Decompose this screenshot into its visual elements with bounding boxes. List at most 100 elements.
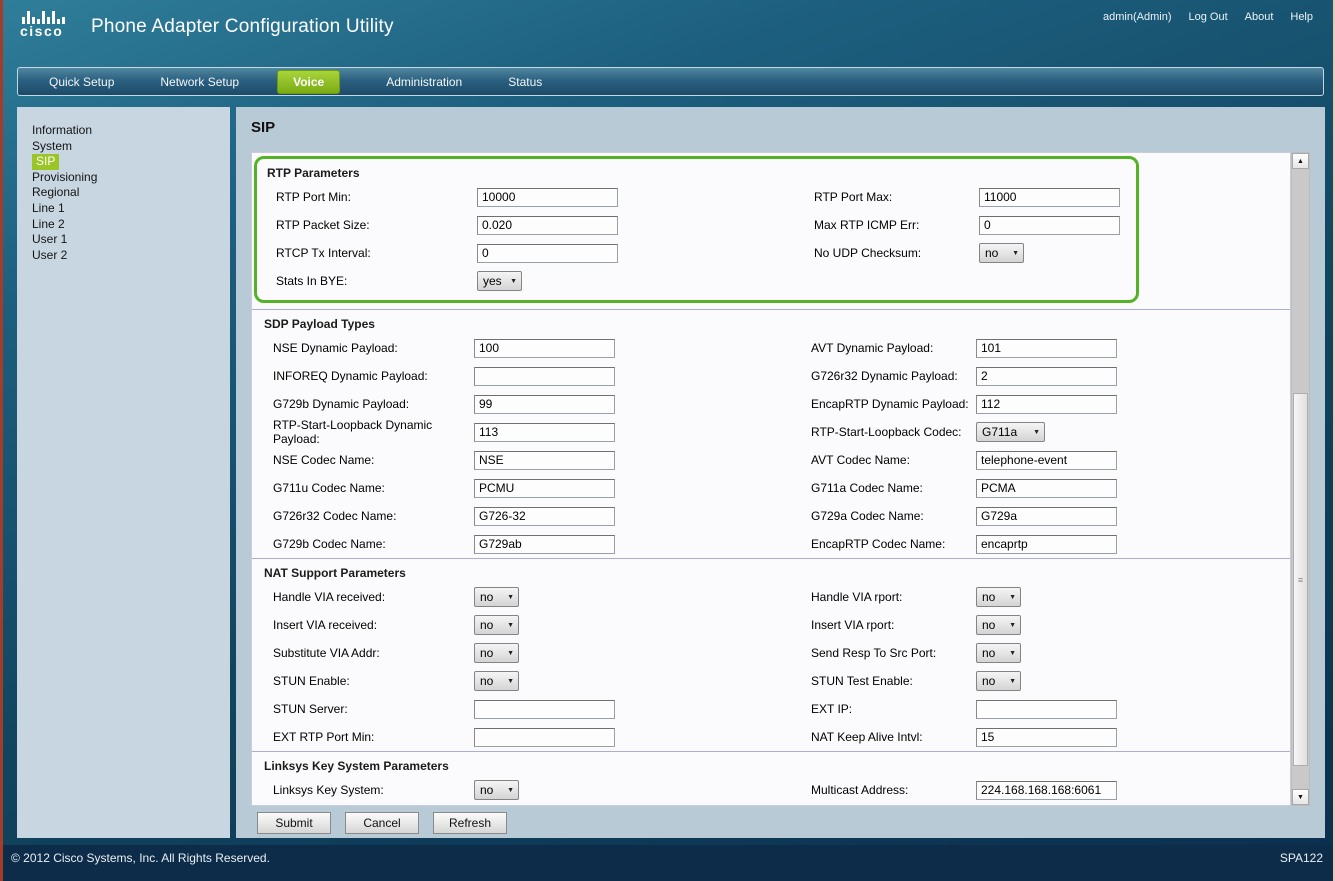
sidebar-item-provisioning[interactable]: Provisioning <box>32 170 230 186</box>
field-label: EncapRTP Codec Name: <box>811 537 976 551</box>
chevron-down-icon: ▼ <box>1012 250 1019 257</box>
g729a-codec-name-input[interactable] <box>976 507 1117 526</box>
app-window: cisco Phone Adapter Configuration Utilit… <box>0 0 1335 881</box>
handle-via-rport-select[interactable]: no▼ <box>976 587 1021 607</box>
linksys-key-system-select[interactable]: no▼ <box>474 780 519 800</box>
sidebar-item-system[interactable]: System <box>32 139 230 155</box>
avt-dynamic-payload-input[interactable] <box>976 339 1117 358</box>
rtp-start-loopback-dynamic-payload-input[interactable] <box>474 423 615 442</box>
no-udp-checksum-select[interactable]: no ▼ <box>979 243 1024 263</box>
field-label: EncapRTP Dynamic Payload: <box>811 397 976 411</box>
settings-row: RTP Packet Size:Max RTP ICMP Err: <box>257 211 1136 239</box>
scrollbar-thumb[interactable]: ≡ <box>1293 393 1308 766</box>
g711a-codec-name-input[interactable] <box>976 479 1117 498</box>
rtcp-tx-interval-input[interactable] <box>477 244 618 263</box>
substitute-via-addr-select[interactable]: no▼ <box>474 643 519 663</box>
sidebar-item-user-2[interactable]: User 2 <box>32 248 230 264</box>
send-resp-to-src-port-select[interactable]: no▼ <box>976 643 1021 663</box>
field-label: RTP Packet Size: <box>276 218 477 232</box>
settings-row: G729b Dynamic Payload:EncapRTP Dynamic P… <box>252 390 1290 418</box>
chevron-down-icon: ▼ <box>507 787 514 794</box>
handle-via-received-select[interactable]: no▼ <box>474 587 519 607</box>
avt-codec-name-input[interactable] <box>976 451 1117 470</box>
field-label: Insert VIA received: <box>273 618 474 632</box>
settings-row: G729b Codec Name:EncapRTP Codec Name: <box>252 530 1290 558</box>
encaprtp-codec-name-input[interactable] <box>976 535 1117 554</box>
g729b-codec-name-input[interactable] <box>474 535 615 554</box>
max-rtp-icmp-err-input[interactable] <box>979 216 1120 235</box>
active-item-highlight: SIP <box>32 154 59 170</box>
stun-test-enable-select[interactable]: no▼ <box>976 671 1021 691</box>
g726r32-dynamic-payload-input[interactable] <box>976 367 1117 386</box>
about-link[interactable]: About <box>1245 11 1274 23</box>
nse-codec-name-input[interactable] <box>474 451 615 470</box>
cisco-bars-icon <box>20 9 80 24</box>
submit-button[interactable]: Submit <box>257 812 331 834</box>
sidebar-item-line-2[interactable]: Line 2 <box>32 217 230 233</box>
select-value: no <box>985 246 998 260</box>
g711u-codec-name-input[interactable] <box>474 479 615 498</box>
field-label: AVT Codec Name: <box>811 453 976 467</box>
nat-keep-alive-intvl-input[interactable] <box>976 728 1117 747</box>
insert-via-rport-select[interactable]: no ▼ <box>976 615 1021 635</box>
multicast-address-input[interactable] <box>976 781 1117 800</box>
g726r32-codec-name-input[interactable] <box>474 507 615 526</box>
field-label: Stats In BYE: <box>276 274 477 288</box>
scroll-up-icon[interactable]: ▲ <box>1292 153 1309 169</box>
chevron-down-icon: ▼ <box>510 278 517 285</box>
sidebar-item-user-1[interactable]: User 1 <box>32 232 230 248</box>
cisco-logo: cisco <box>20 9 80 38</box>
help-link[interactable]: Help <box>1290 11 1313 23</box>
field-label: G726r32 Codec Name: <box>273 509 474 523</box>
insert-via-received-select[interactable]: no▼ <box>474 615 519 635</box>
field-label: EXT IP: <box>811 702 976 716</box>
section-title: NAT Support Parameters <box>252 559 1290 583</box>
scroll-down-icon[interactable]: ▼ <box>1292 789 1309 805</box>
select-value: no <box>982 618 995 632</box>
sidebar-item-sip[interactable]: SIP <box>32 154 230 170</box>
rtp-start-loopback-codec-select[interactable]: G711a▼ <box>976 422 1045 442</box>
tab-administration[interactable]: Administration <box>386 75 462 89</box>
field-label: Handle VIA received: <box>273 590 474 604</box>
stun-enable-select[interactable]: no▼ <box>474 671 519 691</box>
thumb-grip-icon: ≡ <box>1298 578 1303 582</box>
field-label: NSE Codec Name: <box>273 453 474 467</box>
nse-dynamic-payload-input[interactable] <box>474 339 615 358</box>
ext-rtp-port-min-input[interactable] <box>474 728 615 747</box>
tab-quick-setup[interactable]: Quick Setup <box>49 75 114 89</box>
cancel-button[interactable]: Cancel <box>345 812 419 834</box>
refresh-button[interactable]: Refresh <box>433 812 507 834</box>
select-value: yes <box>483 274 502 288</box>
tab-status[interactable]: Status <box>508 75 542 89</box>
g729b-dynamic-payload-input[interactable] <box>474 395 615 414</box>
select-value: no <box>982 646 995 660</box>
tab-voice[interactable]: Voice <box>277 70 340 94</box>
field-label: G711a Codec Name: <box>811 481 976 495</box>
model-label: SPA122 <box>1280 851 1323 881</box>
field-label: Substitute VIA Addr: <box>273 646 474 660</box>
settings-row: Handle VIA received:no▼Handle VIA rport:… <box>252 583 1290 611</box>
inforeq-dynamic-payload-input[interactable] <box>474 367 615 386</box>
rtp-port-max-input[interactable] <box>979 188 1120 207</box>
sidebar-item-regional[interactable]: Regional <box>32 185 230 201</box>
stats-in-bye-select[interactable]: yes ▼ <box>477 271 522 291</box>
sidebar-item-line-1[interactable]: Line 1 <box>32 201 230 217</box>
tab-network-setup[interactable]: Network Setup <box>160 75 239 89</box>
logout-link[interactable]: Log Out <box>1188 11 1227 23</box>
sidebar-item-information[interactable]: Information <box>32 123 230 139</box>
field-label: AVT Dynamic Payload: <box>811 341 976 355</box>
ext-ip-input[interactable] <box>976 700 1117 719</box>
rtp-port-min-input[interactable] <box>477 188 618 207</box>
settings-row: Stats In BYE: yes ▼ <box>257 267 1136 295</box>
encaprtp-dynamic-payload-input[interactable] <box>976 395 1117 414</box>
settings-row: NSE Dynamic Payload:AVT Dynamic Payload: <box>252 334 1290 362</box>
section-title: RTP Parameters <box>257 159 1136 183</box>
settings-row: Linksys Key System:no▼Multicast Address: <box>252 776 1290 804</box>
stun-server-input[interactable] <box>474 700 615 719</box>
chevron-down-icon: ▼ <box>507 678 514 685</box>
rtp-packet-size-input[interactable] <box>477 216 618 235</box>
settings-row: Substitute VIA Addr:no▼Send Resp To Src … <box>252 639 1290 667</box>
vertical-scrollbar[interactable]: ▲ ≡ ▼ <box>1291 152 1310 806</box>
chevron-down-icon: ▼ <box>1009 622 1016 629</box>
current-user-label: admin(Admin) <box>1103 11 1171 23</box>
